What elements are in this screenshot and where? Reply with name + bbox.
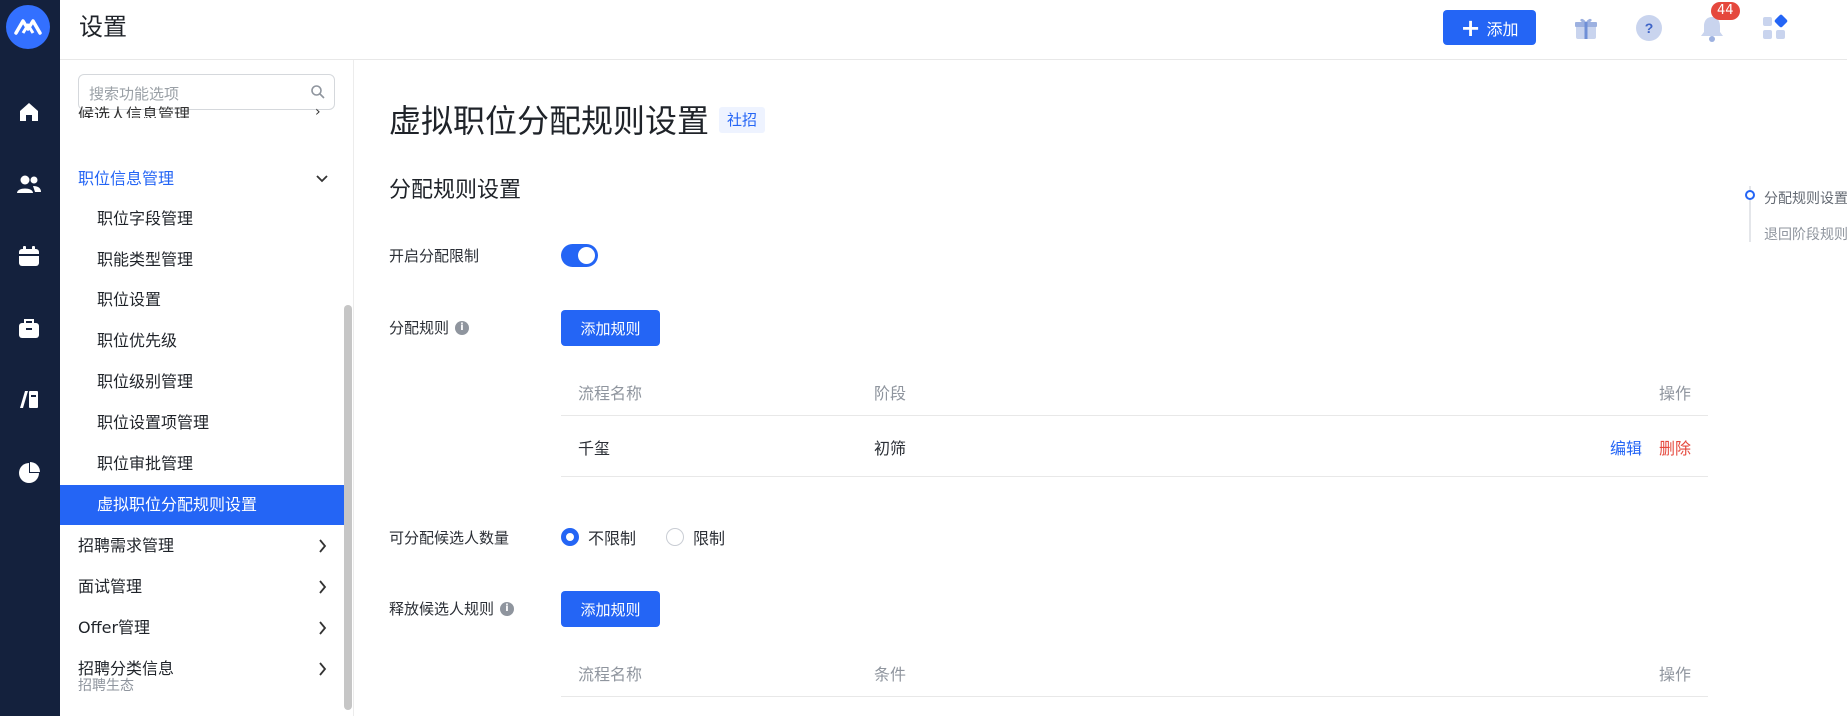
radio-unlimited[interactable]: 不限制	[561, 525, 636, 549]
briefcase-icon[interactable]	[14, 313, 44, 343]
column-header: 阶段	[874, 383, 907, 403]
sidebar-item-candidate-info[interactable]: 候选人信息管理	[78, 106, 190, 118]
home-icon[interactable]	[14, 97, 44, 127]
sidebar-search-input[interactable]: 搜索功能选项	[78, 74, 335, 110]
sidebar-item-label: 职位字段管理	[97, 209, 194, 228]
rule-label-text: 分配规则	[389, 319, 450, 337]
radio-label: 不限制	[588, 529, 637, 548]
sidebar-item-virtual-job-rules[interactable]: 虚拟职位分配规则设置	[60, 485, 345, 525]
sidebar-group-interview[interactable]: 面试管理	[60, 567, 345, 607]
app-rail	[0, 0, 60, 716]
sidebar-item-label: 面试管理	[78, 577, 143, 596]
recruit-type-tag: 社招	[719, 107, 766, 133]
sidebar-item-label: 职位审批管理	[97, 454, 194, 473]
radio-checked-icon	[561, 528, 579, 546]
radio-label: 限制	[693, 529, 726, 548]
help-icon[interactable]: ?	[1633, 12, 1665, 44]
sidebar-group-job-info[interactable]: 职位信息管理	[60, 159, 345, 199]
enable-limit-toggle[interactable]	[561, 244, 598, 267]
chevron-right-icon: ›	[315, 107, 321, 117]
sidebar-section-ecosystem: 招聘生态	[78, 678, 134, 694]
enable-limit-text: 开启分配限制	[389, 247, 480, 265]
chevron-right-icon	[315, 649, 329, 704]
release-table-header: 流程名称 条件 操作	[561, 649, 1708, 697]
sidebar-item-label: Offer管理	[78, 618, 151, 637]
sidebar-item-label: 招聘需求管理	[78, 536, 175, 555]
info-icon[interactable]: i	[455, 320, 470, 335]
release-rule-label: 释放候选人规则 i	[389, 598, 515, 619]
info-icon[interactable]: i	[500, 601, 515, 616]
column-header: 操作	[1658, 383, 1691, 403]
app-logo[interactable]	[6, 5, 50, 49]
sidebar-item-job-fields[interactable]: 职位字段管理	[60, 199, 345, 239]
sidebar-item-job-settings[interactable]: 职位设置	[60, 280, 345, 320]
search-icon	[310, 84, 326, 104]
settings-sidebar: 搜索功能选项 候选人信息管理 › 职位信息管理 职位字段管理 职能类型管理 职位…	[60, 60, 354, 716]
apps-icon[interactable]	[1758, 12, 1790, 44]
sidebar-item-label: 职位级别管理	[97, 372, 194, 391]
column-header: 流程名称	[578, 383, 643, 403]
sidebar-item-job-approval[interactable]: 职位审批管理	[60, 444, 345, 484]
delete-link[interactable]: 删除	[1659, 435, 1691, 459]
column-header: 流程名称	[578, 664, 643, 684]
process-name-cell: 千玺	[578, 438, 611, 458]
rule-label: 分配规则 i	[389, 317, 470, 338]
section-title: 分配规则设置	[389, 178, 522, 203]
page-title: 设置	[79, 13, 127, 41]
sidebar-item-job-setting-items[interactable]: 职位设置项管理	[60, 403, 345, 443]
rule-table-header: 流程名称 阶段 操作	[561, 368, 1708, 416]
candidate-count-text: 可分配候选人数量	[389, 529, 510, 547]
svg-text:?: ?	[1645, 20, 1654, 36]
enable-limit-label: 开启分配限制	[389, 245, 479, 266]
release-rule-text: 释放候选人规则	[389, 600, 495, 618]
add-button[interactable]: + 添加	[1443, 10, 1536, 45]
sidebar-item-job-levels[interactable]: 职位级别管理	[60, 362, 345, 402]
table-row: 千玺 初筛 编辑 删除	[561, 417, 1708, 477]
sidebar-item-label: 职能类型管理	[97, 250, 194, 269]
edit-link[interactable]: 编辑	[1610, 435, 1642, 459]
add-rule-button[interactable]: 添加规则	[561, 310, 660, 346]
logo-icon	[14, 19, 42, 35]
page-heading: 虚拟职位分配规则设置	[389, 102, 710, 140]
add-release-rule-button[interactable]: 添加规则	[561, 591, 660, 627]
radio-unchecked-icon	[666, 528, 685, 546]
sidebar-group-label: 职位信息管理	[78, 169, 175, 188]
toggle-knob	[578, 247, 595, 264]
books-icon[interactable]	[14, 385, 44, 415]
anchor-item-assign-rules[interactable]: 分配规则设置	[1764, 188, 1847, 208]
stage-cell: 初筛	[874, 438, 907, 458]
search-placeholder: 搜索功能选项	[89, 85, 180, 103]
sidebar-group-demand[interactable]: 招聘需求管理	[60, 526, 345, 566]
add-button-label: 添加	[1486, 19, 1519, 39]
sidebar-item-label: 虚拟职位分配规则设置	[97, 495, 258, 514]
column-header: 条件	[874, 664, 907, 684]
plus-icon: +	[1460, 13, 1481, 42]
anchor-item-return-rules[interactable]: 退回阶段规则设置	[1764, 224, 1847, 244]
anchor-active-dot	[1745, 190, 1755, 200]
radio-limited[interactable]: 限制	[666, 525, 725, 549]
notification-badge: 44	[1711, 2, 1740, 20]
sidebar-item-function-types[interactable]: 职能类型管理	[60, 240, 345, 280]
sidebar-group-offer[interactable]: Offer管理	[60, 608, 345, 648]
calendar-icon[interactable]	[14, 241, 44, 271]
people-icon[interactable]	[14, 169, 44, 199]
sidebar-item-job-priority[interactable]: 职位优先级	[60, 321, 345, 361]
top-bar: 设置 + 添加 ? 44 晓	[60, 0, 1847, 60]
column-header: 操作	[1658, 664, 1691, 684]
candidate-count-label: 可分配候选人数量	[389, 527, 509, 548]
gift-icon[interactable]	[1570, 12, 1602, 44]
sidebar-item-label: 职位优先级	[97, 331, 178, 350]
sidebar-item-label: 职位设置项管理	[97, 413, 210, 432]
pie-chart-icon[interactable]	[14, 458, 44, 488]
sidebar-scrollbar[interactable]	[344, 305, 352, 710]
main-content: 虚拟职位分配规则设置 社招 分配规则设置 开启分配限制 分配规则 i 添加规则 …	[354, 60, 1847, 716]
candidate-count-radio-group: 不限制 限制	[561, 525, 755, 549]
sidebar-item-label: 职位设置	[97, 290, 162, 309]
